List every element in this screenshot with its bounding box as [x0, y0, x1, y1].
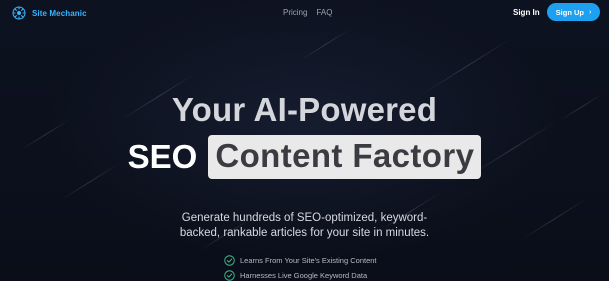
check-circle-icon	[224, 270, 235, 281]
top-nav: Site Mechanic Pricing FAQ Sign In Sign U…	[0, 0, 609, 26]
hero-subtitle-line2: backed, rankable articles for your site …	[179, 227, 430, 239]
nav-links: Pricing FAQ	[283, 8, 332, 17]
sign-in-link[interactable]: Sign In	[513, 8, 540, 17]
feature-list: Learns From Your Site's Existing Content…	[224, 255, 377, 281]
hero-title-line1: Your AI-Powered	[171, 91, 438, 128]
nav-link-faq[interactable]: FAQ	[316, 8, 332, 17]
brand-link[interactable]: Site Mechanic	[12, 6, 87, 20]
chevron-right-icon: ›	[589, 8, 592, 16]
feature-text: Harnesses Live Google Keyword Data	[240, 271, 368, 280]
site-mechanic-logo-icon	[12, 6, 26, 20]
sign-up-label: Sign Up	[555, 7, 584, 17]
brand-name: Site Mechanic	[32, 8, 87, 18]
check-circle-icon	[224, 255, 235, 266]
hero-title-line2: SEO Content Factory	[0, 135, 609, 179]
feature-item: Learns From Your Site's Existing Content	[224, 255, 377, 266]
nav-link-pricing[interactable]: Pricing	[283, 8, 307, 17]
hero-subtitle-line1: Generate hundreds of SEO-optimized, keyw…	[181, 212, 428, 224]
feature-text: Learns From Your Site's Existing Content	[240, 256, 377, 265]
sign-up-button[interactable]: Sign Up ›	[547, 3, 600, 21]
hero-title-highlight: Content Factory	[208, 135, 482, 179]
hero-subtitle: Generate hundreds of SEO-optimized, keyw…	[0, 211, 609, 241]
hero-title-seo: SEO	[127, 138, 198, 175]
feature-item: Harnesses Live Google Keyword Data	[224, 270, 377, 281]
